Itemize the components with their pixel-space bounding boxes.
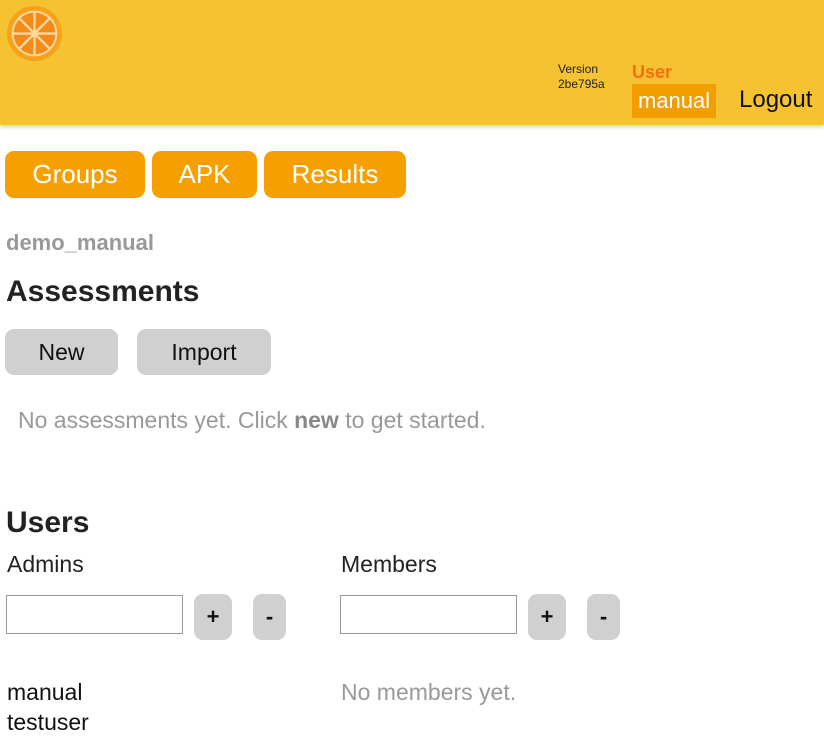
version-info: Version 2be795a [558, 62, 605, 92]
results-nav-button[interactable]: Results [264, 151, 406, 198]
user-label: User [632, 62, 673, 82]
import-assessment-button[interactable]: Import [137, 329, 271, 375]
group-name: demo_manual [6, 230, 154, 255]
empty-keyword: new [294, 407, 339, 433]
users-heading: Users [6, 506, 90, 539]
new-assessment-button[interactable]: New [5, 329, 118, 375]
version-hash: 2be795a [558, 77, 605, 91]
add-member-button[interactable]: + [528, 594, 566, 640]
members-label: Members [341, 551, 437, 577]
logout-link[interactable]: Logout [739, 86, 812, 114]
add-admin-button[interactable]: + [194, 594, 232, 640]
no-members-message: No members yet. [341, 679, 517, 705]
admin-list-item: manual [7, 679, 83, 705]
admin-list-item: testuser [7, 709, 89, 735]
admins-label: Admins [7, 551, 84, 577]
assessments-heading: Assessments [6, 275, 200, 308]
current-user-badge[interactable]: manual [632, 84, 717, 118]
groups-nav-button[interactable]: Groups [5, 151, 145, 198]
member-input[interactable] [340, 595, 517, 634]
remove-admin-button[interactable]: - [253, 594, 286, 640]
admin-input[interactable] [6, 595, 183, 634]
empty-suffix: to get started. [338, 407, 486, 433]
header-bar: Version 2be795a User manual Logout [0, 0, 824, 125]
orange-slice-logo-icon[interactable] [6, 5, 63, 62]
apk-nav-button[interactable]: APK [152, 151, 257, 198]
remove-member-button[interactable]: - [587, 594, 620, 640]
no-assessments-message: No assessments yet. Click new to get sta… [18, 407, 486, 434]
version-label: Version [558, 62, 599, 76]
empty-prefix: No assessments yet. Click [18, 407, 295, 433]
